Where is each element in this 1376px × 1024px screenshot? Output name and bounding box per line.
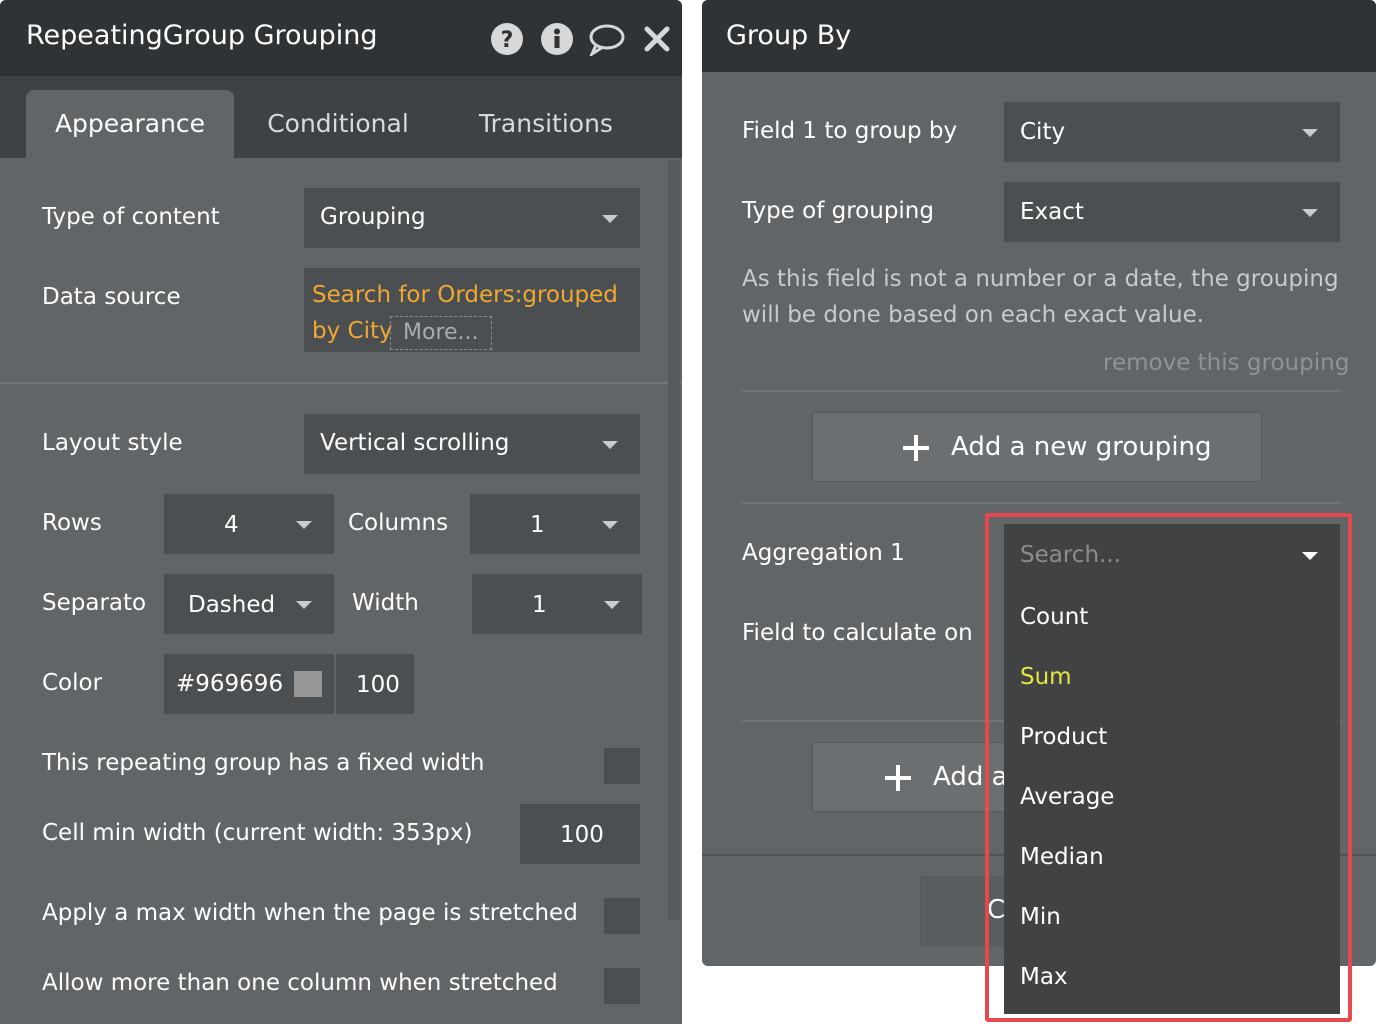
color-label: Color: [42, 670, 103, 696]
opacity-value: 100: [356, 672, 400, 698]
tab-appearance[interactable]: Appearance: [26, 90, 234, 158]
data-source-text-line1: Search for Orders:grouped: [312, 282, 618, 308]
panel-title: Group By: [726, 20, 852, 51]
dropdown-value: 4: [224, 512, 239, 538]
dropdown-value: Grouping: [320, 204, 426, 230]
dropdown-value: Exact: [1020, 199, 1084, 225]
chevron-down-icon: [1302, 209, 1318, 217]
chevron-down-icon: [296, 601, 312, 609]
fixed-width-label: This repeating group has a fixed width: [42, 750, 485, 776]
dropdown-value: 1: [530, 512, 545, 538]
plus-icon: [883, 763, 913, 793]
chevron-down-icon: [602, 215, 618, 223]
scrollbar[interactable]: [668, 160, 680, 920]
fixed-width-checkbox[interactable]: [604, 748, 640, 784]
chevron-down-icon: [296, 521, 312, 529]
max-width-label: Apply a max width when the page is stret…: [42, 900, 578, 926]
cell-min-width-input[interactable]: 100: [520, 804, 640, 864]
grouping-note-line2: will be done based on each exact value.: [742, 302, 1205, 328]
more-columns-checkbox[interactable]: [604, 968, 640, 1004]
field-to-calculate-label: Field to calculate on: [742, 620, 973, 646]
comment-icon[interactable]: [588, 22, 626, 58]
tab-conditional[interactable]: Conditional: [252, 90, 424, 158]
dropdown-value: 1: [532, 592, 547, 618]
width-dropdown[interactable]: 1: [472, 574, 642, 634]
cell-min-width-label: Cell min width (current width: 353px): [42, 820, 473, 846]
add-grouping-button-label: Add a new grouping: [951, 432, 1212, 462]
rows-label: Rows: [42, 510, 102, 536]
remove-grouping-link[interactable]: remove this grouping: [1103, 350, 1349, 376]
section-divider: [742, 390, 1342, 392]
callout-highlight: [985, 513, 1352, 1022]
dropdown-value: Vertical scrolling: [320, 430, 510, 456]
add-grouping-button[interactable]: Add a new grouping: [812, 412, 1262, 482]
width-label: Width: [352, 590, 419, 616]
field1-dropdown[interactable]: City: [1004, 102, 1340, 162]
rows-dropdown[interactable]: 4: [164, 494, 334, 554]
chevron-down-icon: [602, 521, 618, 529]
tab-bar: Appearance Conditional Transitions: [0, 76, 682, 158]
dropdown-value: City: [1020, 119, 1066, 145]
chevron-down-icon: [604, 601, 620, 609]
data-source-label: Data source: [42, 284, 181, 310]
more-button[interactable]: More...: [390, 316, 492, 350]
dropdown-value: Dashed: [188, 592, 276, 618]
type-of-content-label: Type of content: [42, 204, 220, 230]
type-of-content-dropdown[interactable]: Grouping: [304, 188, 640, 248]
max-width-checkbox[interactable]: [604, 898, 640, 934]
columns-dropdown[interactable]: 1: [470, 494, 640, 554]
field1-label: Field 1 to group by: [742, 118, 958, 144]
grouping-type-label: Type of grouping: [742, 198, 934, 224]
aggregation-label: Aggregation 1: [742, 540, 905, 566]
color-swatch[interactable]: [294, 671, 322, 697]
data-source-expression[interactable]: Search for Orders:grouped by City More..…: [304, 268, 640, 352]
close-icon[interactable]: [642, 22, 672, 56]
separator-dropdown[interactable]: Dashed: [164, 574, 334, 634]
layout-style-dropdown[interactable]: Vertical scrolling: [304, 414, 640, 474]
info-icon[interactable]: [540, 22, 574, 56]
help-icon[interactable]: ?: [490, 22, 524, 56]
color-hex-value: #969696: [176, 671, 284, 697]
property-editor-panel: RepeatingGroup Grouping ? Appearance Con…: [0, 0, 682, 1024]
panel-titlebar: Group By: [702, 0, 1376, 72]
section-divider: [742, 502, 1342, 504]
grouping-type-dropdown[interactable]: Exact: [1004, 182, 1340, 242]
chevron-down-icon: [1302, 129, 1318, 137]
cell-min-width-value: 100: [560, 822, 604, 848]
columns-label: Columns: [348, 510, 449, 536]
grouping-note-line1: As this field is not a number or a date,…: [742, 266, 1339, 292]
svg-text:?: ?: [501, 28, 514, 53]
data-source-text-line2: by City: [312, 318, 393, 344]
opacity-input[interactable]: 100: [336, 654, 414, 714]
more-columns-label: Allow more than one column when stretche…: [42, 970, 558, 996]
plus-icon: [901, 433, 931, 463]
panel-title: RepeatingGroup Grouping: [26, 20, 378, 51]
separator-label: Separato: [42, 590, 147, 616]
section-divider: [0, 382, 682, 384]
layout-style-label: Layout style: [42, 430, 183, 456]
color-hex-input[interactable]: #969696: [164, 654, 334, 714]
chevron-down-icon: [602, 441, 618, 449]
panel-titlebar: RepeatingGroup Grouping ?: [0, 0, 682, 76]
tab-transitions[interactable]: Transitions: [462, 90, 630, 158]
